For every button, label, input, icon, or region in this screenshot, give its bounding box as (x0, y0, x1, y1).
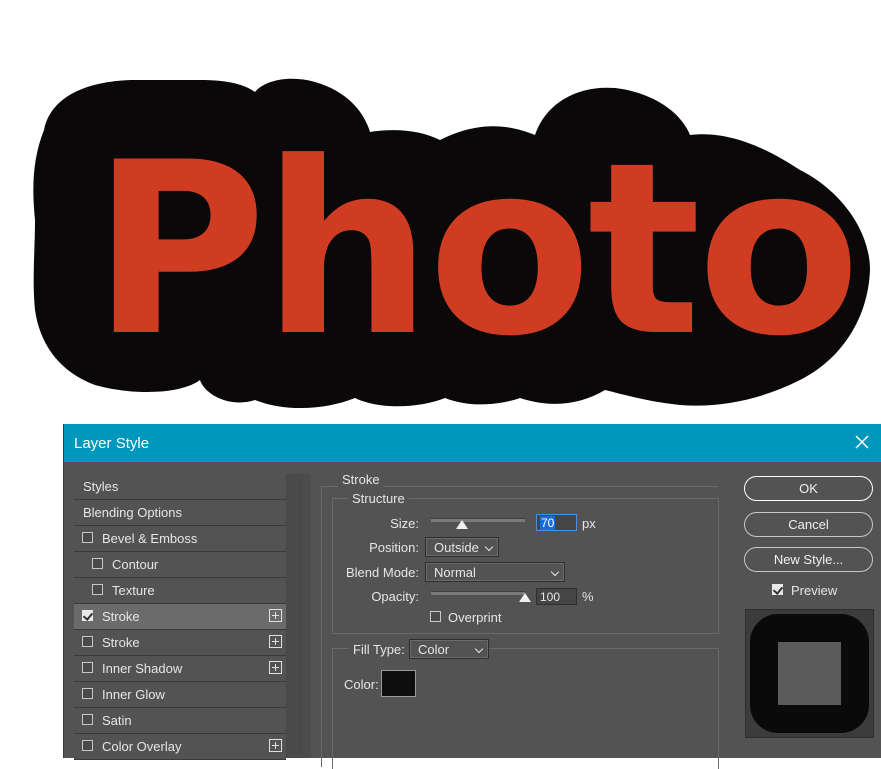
styles-list-checkbox[interactable] (82, 740, 93, 751)
overprint-label: Overprint (448, 610, 502, 625)
add-effect-icon[interactable] (269, 739, 282, 752)
styles-list-item[interactable]: Texture (74, 578, 286, 604)
opacity-input[interactable]: 100 (536, 588, 577, 605)
opacity-unit: % (582, 589, 594, 604)
styles-list-item[interactable]: Inner Shadow (74, 656, 286, 682)
add-effect-icon[interactable] (269, 661, 282, 674)
styles-list-label: Inner Shadow (102, 661, 183, 676)
size-label: Size: (390, 516, 419, 531)
styles-list-label: Satin (102, 713, 132, 728)
chevron-down-icon (474, 644, 484, 654)
styles-list-item[interactable]: Inner Glow (74, 682, 286, 708)
styles-list-label: Stroke (102, 609, 140, 624)
styles-list-item[interactable]: Bevel & Emboss (74, 526, 286, 552)
styles-list-checkbox[interactable] (82, 532, 93, 543)
color-swatch[interactable] (381, 670, 416, 697)
opacity-slider-thumb[interactable] (519, 593, 531, 602)
layer-style-dialog: Layer Style Styles Blending Options Bevel … (63, 424, 881, 769)
style-preview (745, 609, 874, 738)
styles-list-item[interactable]: Contour (74, 552, 286, 578)
styles-list-label: Blending Options (83, 505, 183, 520)
styles-list-item[interactable]: Satin (74, 708, 286, 734)
styles-list-label: Color Overlay (102, 739, 182, 754)
chevron-down-icon (550, 567, 560, 577)
styles-list-item[interactable]: Styles (74, 474, 286, 500)
add-effect-icon[interactable] (269, 635, 282, 648)
color-label: Color: (344, 677, 379, 692)
canvas-text: Photo (92, 112, 857, 389)
position-select[interactable]: Outside (425, 537, 499, 557)
styles-list-label: Texture (112, 583, 155, 598)
position-label: Position: (369, 540, 419, 555)
styles-list-checkbox[interactable] (82, 636, 93, 647)
styles-list-item[interactable]: Stroke (74, 604, 286, 630)
size-slider[interactable] (431, 518, 525, 522)
preview-label: Preview (791, 583, 838, 598)
overprint-checkbox[interactable] (430, 611, 441, 622)
styles-list-item[interactable]: Blending Options (74, 500, 286, 526)
preview-checkbox[interactable] (772, 584, 783, 595)
close-icon[interactable] (852, 432, 872, 452)
opacity-slider[interactable] (431, 591, 525, 595)
size-slider-thumb[interactable] (456, 520, 469, 529)
fill-type-label: Fill Type: (349, 642, 409, 657)
chevron-down-icon (484, 542, 494, 552)
fill-type-select[interactable]: Color (409, 639, 489, 659)
styles-list-checkbox[interactable] (92, 584, 103, 595)
styles-list-checkbox[interactable] (92, 558, 103, 569)
styles-list-item[interactable]: Stroke (74, 630, 286, 656)
blend-mode-label: Blend Mode: (346, 565, 419, 580)
new-style-button[interactable]: New Style... (744, 547, 873, 572)
cancel-button[interactable]: Cancel (744, 512, 873, 537)
dialog-titlebar: Layer Style (64, 424, 881, 462)
add-effect-icon[interactable] (269, 609, 282, 622)
styles-list-checkbox[interactable] (82, 662, 93, 673)
stroke-section-title: Stroke (338, 472, 384, 487)
size-input[interactable]: 70 (536, 514, 577, 531)
styles-list-item[interactable]: Color Overlay (74, 734, 286, 760)
styles-list-label: Stroke (102, 635, 140, 650)
styles-list-label: Contour (112, 557, 159, 572)
styles-list-checkbox[interactable] (82, 714, 93, 725)
styles-list-checkbox[interactable] (82, 688, 93, 699)
fill-group (332, 648, 719, 769)
styles-list-label: Inner Glow (102, 687, 165, 702)
styles-list-label: Bevel & Emboss (102, 531, 198, 546)
styles-list-label: Styles (83, 479, 119, 494)
preview-thumbnail (750, 614, 869, 733)
canvas-artwork: Photo (33, 78, 871, 409)
ok-button[interactable]: OK (744, 476, 873, 501)
styles-list-checkbox[interactable] (82, 610, 93, 621)
styles-list: Styles Blending Options Bevel & Emboss Cont… (74, 474, 311, 760)
opacity-label: Opacity: (371, 589, 419, 604)
dialog-title: Layer Style (74, 435, 150, 452)
blend-mode-select[interactable]: Normal (425, 562, 565, 582)
structure-title: Structure (348, 491, 409, 506)
size-unit: px (582, 516, 596, 531)
